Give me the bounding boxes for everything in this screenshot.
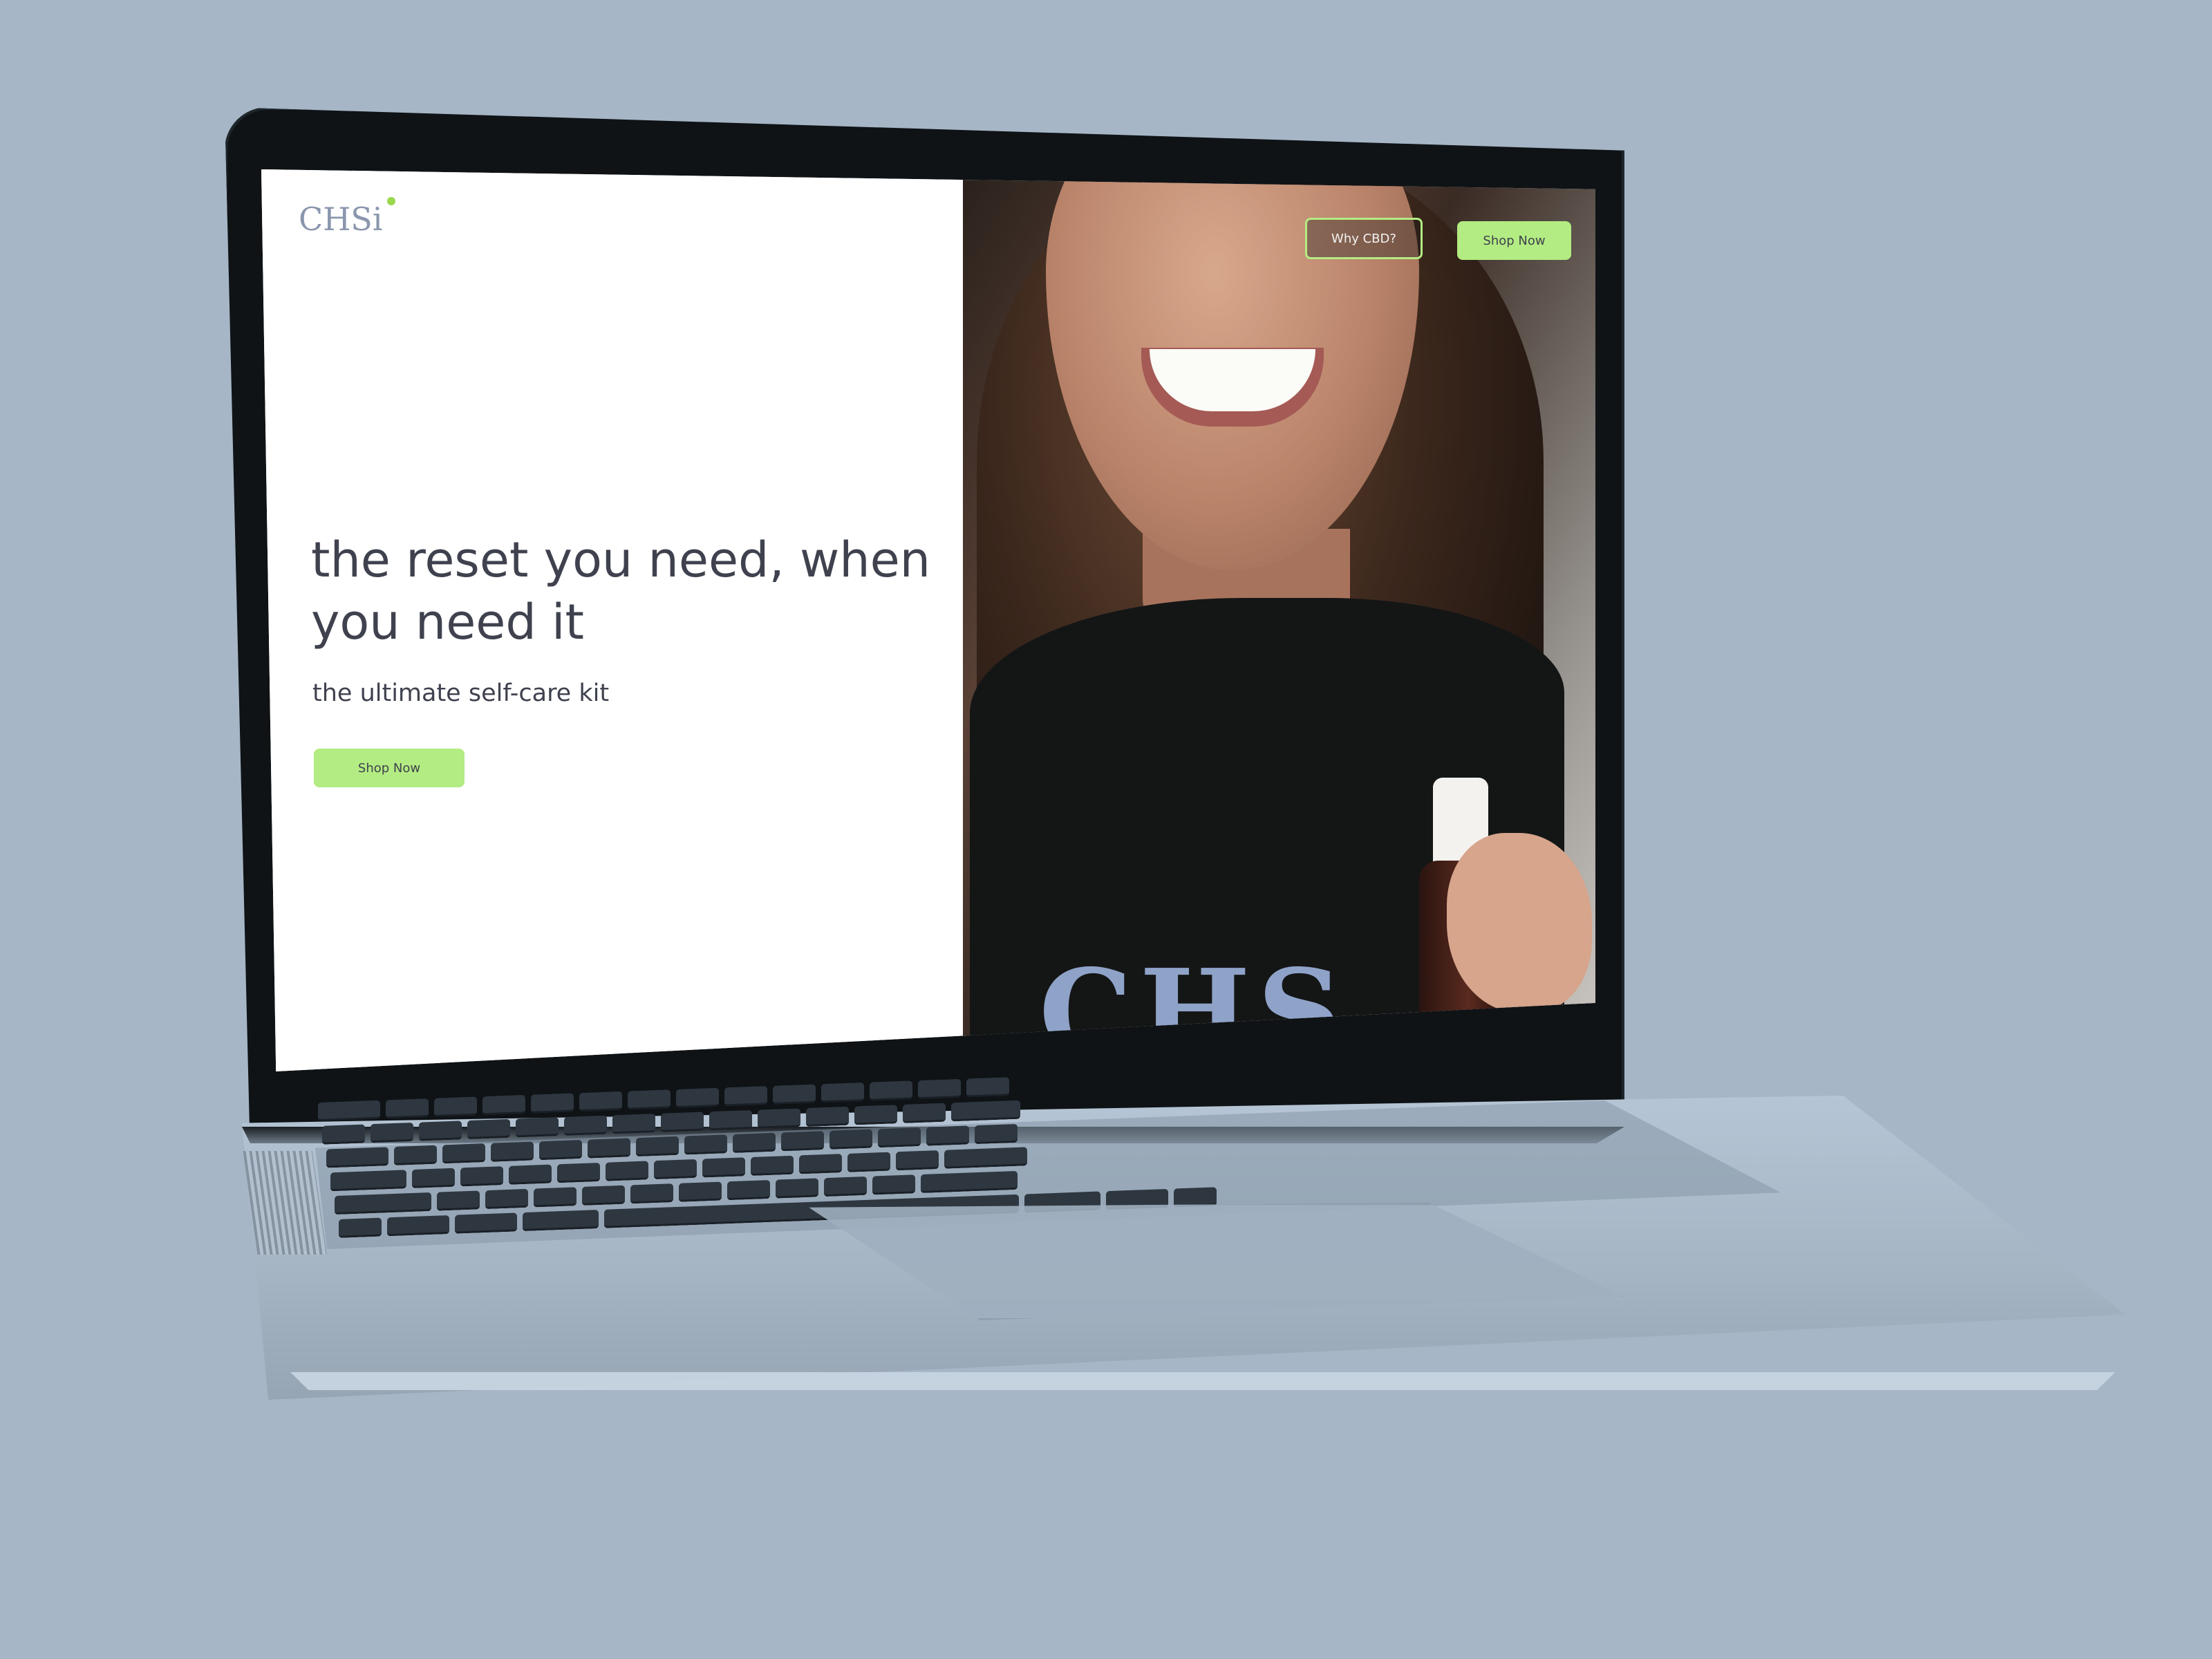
keyboard-key — [676, 1087, 719, 1109]
keyboard-key — [758, 1108, 800, 1129]
keyboard-key — [806, 1106, 849, 1127]
nav-why-cbd-button[interactable]: Why CBD? — [1305, 218, 1423, 259]
keyboard-key — [903, 1103, 946, 1123]
keyboard-key — [776, 1178, 818, 1199]
hero-photo: CHS — [963, 169, 1595, 1071]
keyboard-key — [821, 1082, 864, 1103]
keyboard-key — [523, 1210, 599, 1232]
keyboard-key — [557, 1163, 600, 1183]
keyboard-key — [606, 1161, 648, 1181]
hero-left-pane: CHSi the reset you need, when you need i… — [261, 169, 970, 1071]
keyboard-key — [612, 1114, 655, 1134]
keyboard-key — [582, 1185, 625, 1206]
keyboard-key — [872, 1174, 915, 1195]
keyboard-key — [412, 1168, 455, 1189]
keyboard-key — [847, 1152, 890, 1172]
keyboard-key — [751, 1155, 794, 1177]
keyboard-key — [724, 1086, 767, 1107]
keyboard-key — [1174, 1187, 1217, 1208]
keyboard-key — [564, 1115, 607, 1136]
keyboard-key — [387, 1215, 449, 1237]
photo-hand — [1447, 833, 1592, 1013]
keyboard-key — [636, 1136, 679, 1157]
logo-dot-icon — [387, 197, 395, 205]
keyboard-key — [482, 1094, 525, 1116]
keyboard-key — [918, 1078, 961, 1100]
keyboard-key — [322, 1124, 365, 1145]
keyboard-key — [419, 1121, 462, 1141]
hero-subheading: the ultimate self-care kit — [312, 679, 610, 707]
keyboard-key — [330, 1170, 406, 1192]
keyboard-key — [870, 1080, 912, 1101]
keyboard-key — [326, 1147, 388, 1168]
keyboard-key — [921, 1170, 1018, 1194]
keyboard-key — [516, 1117, 559, 1138]
keyboard-key — [896, 1150, 939, 1171]
keyboard-key — [654, 1159, 697, 1180]
keyboard-key — [926, 1125, 969, 1146]
keyboard-key — [830, 1129, 872, 1150]
keyboard-key — [437, 1190, 480, 1211]
keyboard-key — [966, 1077, 1009, 1098]
keyboard-key — [878, 1127, 921, 1148]
keyboard-key — [951, 1100, 1020, 1122]
keyboard-key — [467, 1118, 510, 1140]
nav-shop-now-button[interactable]: Shop Now — [1457, 221, 1571, 260]
keyboard-key — [455, 1212, 517, 1234]
speaker-grille — [243, 1151, 327, 1255]
keyboard-key — [339, 1217, 382, 1238]
chsi-logo[interactable]: CHSi — [297, 194, 401, 236]
keyboard-key — [799, 1154, 842, 1174]
keyboard-key — [335, 1192, 431, 1215]
keyboard-key — [318, 1100, 380, 1121]
keyboard-key — [394, 1145, 437, 1165]
hero-headline: the reset you need, when you need it — [311, 532, 931, 650]
logo-text: CHSi — [299, 200, 383, 236]
keyboard-key — [460, 1166, 503, 1187]
keyboard-key — [534, 1187, 577, 1208]
keyboard-key — [442, 1143, 485, 1164]
keyboard-key — [709, 1109, 752, 1131]
keyboard-key — [661, 1112, 704, 1132]
keyboard-key — [579, 1091, 622, 1112]
keyboard-key — [679, 1181, 722, 1202]
keyboard-key — [733, 1132, 776, 1153]
keyboard-key — [491, 1141, 534, 1162]
keyboard-key — [509, 1164, 552, 1185]
laptop-screen: CHSi the reset you need, when you need i… — [261, 169, 1595, 1071]
keyboard-key — [727, 1180, 770, 1201]
keyboard-key — [975, 1123, 1018, 1145]
keyboard-key — [781, 1131, 824, 1152]
laptop-base-edge — [290, 1372, 2115, 1390]
keyboard-key — [630, 1183, 673, 1204]
hero-shop-now-button[interactable]: Shop Now — [314, 749, 465, 787]
keyboard-key — [702, 1157, 745, 1178]
keyboard-key — [628, 1089, 671, 1110]
keyboard-key — [944, 1147, 1027, 1169]
laptop-mockup-scene: CHSi the reset you need, when you need i… — [0, 0, 2212, 1659]
keyboard-key — [854, 1105, 897, 1125]
keyboard-key — [434, 1096, 477, 1117]
keyboard-key — [824, 1176, 867, 1197]
keyboard-key — [539, 1139, 582, 1161]
keyboard-key — [773, 1084, 816, 1105]
keyboard-key — [588, 1138, 630, 1159]
keyboard-key — [485, 1188, 528, 1210]
keyboard-key — [371, 1122, 413, 1143]
keyboard-key — [531, 1093, 574, 1114]
keyboard-key — [386, 1098, 429, 1119]
keyboard-key — [684, 1134, 727, 1155]
